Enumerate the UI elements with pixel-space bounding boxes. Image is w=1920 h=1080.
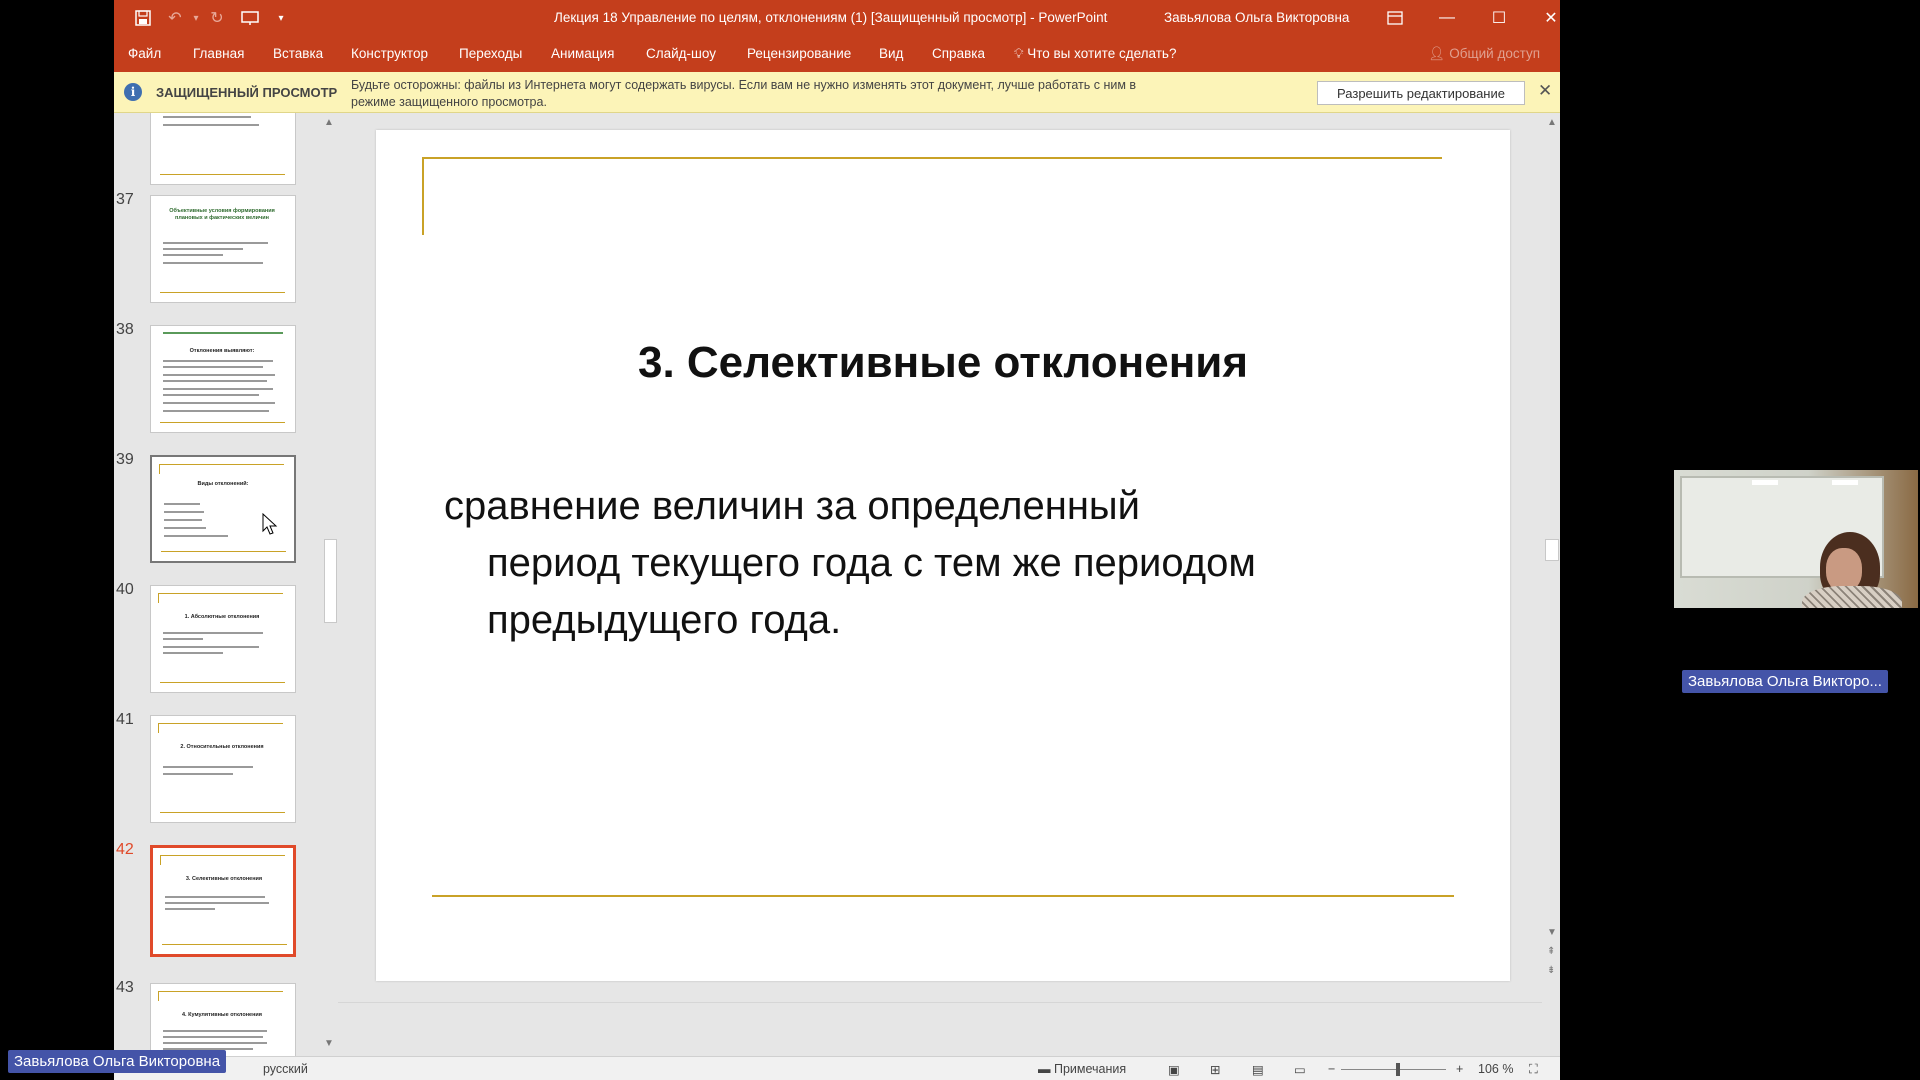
slide-thumbnail[interactable]: Объективные условия формирования плановы… bbox=[150, 195, 296, 303]
slide-body-text[interactable]: сравнение величин за определенный период… bbox=[444, 478, 1444, 649]
notes-icon: ▬ bbox=[1038, 1062, 1051, 1076]
reading-view-icon[interactable]: ▤ bbox=[1252, 1062, 1264, 1077]
status-bar: русский ▬ Примечания ▣ ⊞ ▤ ▭ − + 106 % ⛶ bbox=[114, 1056, 1560, 1080]
slide-thumbnail-selected[interactable]: 3. Селективные отклонения bbox=[150, 845, 296, 957]
language-indicator[interactable]: русский bbox=[263, 1062, 308, 1076]
participant-video[interactable] bbox=[1674, 470, 1918, 608]
decor-line-left bbox=[422, 157, 424, 235]
scrollbar-thumb[interactable] bbox=[1545, 539, 1559, 561]
scrollbar-thumb[interactable] bbox=[324, 539, 337, 623]
slide-thumbnail[interactable]: Отклонения выявляют: bbox=[150, 325, 296, 433]
save-icon[interactable] bbox=[132, 8, 154, 28]
person-icon: 👤︎ bbox=[1428, 46, 1446, 61]
participant-name-tag: Завьялова Ольга Викторо... bbox=[1682, 670, 1888, 693]
customize-toolbar-icon[interactable]: ▾ bbox=[274, 8, 288, 28]
notes-label: Примечания bbox=[1053, 1062, 1127, 1076]
close-bar-icon[interactable]: ✕ bbox=[1538, 81, 1552, 101]
slide-number: 41 bbox=[116, 711, 134, 728]
decor-line-top bbox=[422, 157, 1442, 159]
thumbnail-title: Виды отклонений: bbox=[197, 481, 249, 487]
zoom-out-icon[interactable]: − bbox=[1328, 1062, 1335, 1076]
lightbulb-icon: 💡︎ bbox=[1014, 46, 1024, 61]
slide-number: 39 bbox=[116, 451, 134, 468]
minimize-icon[interactable]: — bbox=[1432, 5, 1462, 31]
thumbnail-scrollbar[interactable]: ▲ ▼ bbox=[320, 113, 338, 1056]
slide-thumbnail[interactable]: 4. Кумулятивные отклонения bbox=[150, 983, 296, 1056]
tab-slideshow[interactable]: Слайд-шоу bbox=[646, 46, 716, 61]
tab-insert[interactable]: Вставка bbox=[273, 46, 323, 61]
slide-number: 43 bbox=[116, 979, 134, 996]
thumbnail-title: Отклонения выявляют: bbox=[189, 348, 255, 354]
tell-me-label: Что вы хотите сделать? bbox=[1027, 46, 1177, 61]
zoom-level[interactable]: 106 % bbox=[1478, 1062, 1513, 1076]
protected-view-message: Будьте осторожны: файлы из Интернета мог… bbox=[351, 78, 1137, 109]
slide-thumbnail-pane[interactable]: 37 Объективные условия формирования план… bbox=[114, 113, 338, 1056]
tab-view[interactable]: Вид bbox=[879, 46, 903, 61]
slide-sorter-icon[interactable]: ⊞ bbox=[1210, 1062, 1220, 1077]
slide-thumbnail[interactable]: Виды отклонений: bbox=[150, 455, 296, 563]
zoom-in-icon[interactable]: + bbox=[1456, 1062, 1463, 1076]
protected-view-bar: i ЗАЩИЩЕННЫЙ ПРОСМОТР Будьте осторожны: … bbox=[114, 72, 1560, 113]
close-icon[interactable]: ✕ bbox=[1536, 5, 1560, 31]
redo-icon[interactable]: ↻ bbox=[206, 8, 228, 28]
zoom-slider-knob[interactable] bbox=[1396, 1063, 1400, 1076]
share-button[interactable]: 👤︎ Общий доступ bbox=[1428, 46, 1540, 62]
notes-pane-edge bbox=[338, 1002, 1542, 1057]
mouse-cursor-icon bbox=[262, 513, 278, 535]
slide-title[interactable]: 3. Селективные отклонения bbox=[376, 338, 1510, 388]
scroll-down-icon[interactable]: ▼ bbox=[324, 1038, 334, 1049]
signed-in-user[interactable]: Завьялова Ольга Викторовна bbox=[1164, 10, 1349, 25]
undo-icon[interactable]: ↶ bbox=[164, 8, 186, 28]
tab-file[interactable]: Файл bbox=[128, 46, 161, 61]
slide-scrollbar[interactable]: ▲ ▼ ⇞ ⇟ bbox=[1542, 113, 1560, 1056]
protected-view-title: ЗАЩИЩЕННЫЙ ПРОСМОТР bbox=[156, 85, 338, 100]
enable-editing-button[interactable]: Разрешить редактирование bbox=[1317, 81, 1525, 105]
tab-home[interactable]: Главная bbox=[193, 46, 244, 61]
slide-canvas[interactable]: 3. Селективные отклонения сравнение вели… bbox=[376, 130, 1510, 981]
normal-view-icon[interactable]: ▣ bbox=[1168, 1062, 1180, 1077]
ribbon-display-options-icon[interactable] bbox=[1380, 5, 1410, 31]
slide-number: 40 bbox=[116, 581, 134, 598]
presenter-name-tag: Завьялова Ольга Викторовна bbox=[8, 1050, 227, 1073]
window-title: Лекция 18 Управление по целям, отклонени… bbox=[554, 10, 1108, 25]
maximize-icon[interactable]: ☐ bbox=[1484, 5, 1514, 31]
scroll-up-icon[interactable]: ▲ bbox=[324, 117, 334, 128]
thumbnail-title: Объективные условия формирования плановы… bbox=[169, 208, 275, 221]
undo-dropdown-icon[interactable]: ▾ bbox=[190, 8, 202, 28]
body-line: период текущего года с тем же периодом bbox=[487, 541, 1256, 585]
tab-review[interactable]: Рецензирование bbox=[747, 46, 851, 61]
decor-line-bottom bbox=[432, 895, 1454, 897]
thumbnail-title: 3. Селективные отклонения bbox=[185, 876, 263, 882]
slide-thumbnail[interactable]: 2. Относительные отклонения bbox=[150, 715, 296, 823]
tell-me-search[interactable]: 💡︎ Что вы хотите сделать? bbox=[1014, 46, 1176, 62]
powerpoint-window: ↶ ▾ ↻ ▾ Лекция 18 Управление по целям, о… bbox=[114, 0, 1560, 1080]
start-slideshow-icon[interactable] bbox=[238, 8, 262, 28]
notes-button[interactable]: ▬ Примечания bbox=[1038, 1062, 1126, 1076]
scroll-down-icon[interactable]: ▼ bbox=[1547, 927, 1557, 938]
slide-thumbnail[interactable] bbox=[150, 113, 296, 185]
next-slide-icon[interactable]: ⇟ bbox=[1547, 965, 1555, 976]
tab-design[interactable]: Конструктор bbox=[351, 46, 428, 61]
scroll-up-icon[interactable]: ▲ bbox=[1547, 117, 1557, 128]
tab-transitions[interactable]: Переходы bbox=[459, 46, 522, 61]
slide-number: 37 bbox=[116, 191, 134, 208]
title-bar: ↶ ▾ ↻ ▾ Лекция 18 Управление по целям, о… bbox=[114, 0, 1560, 36]
tab-animations[interactable]: Анимация bbox=[551, 46, 614, 61]
zoom-slider-track[interactable] bbox=[1341, 1069, 1446, 1070]
previous-slide-icon[interactable]: ⇞ bbox=[1547, 946, 1555, 957]
body-line: сравнение величин за определенный bbox=[444, 484, 1140, 528]
tab-help[interactable]: Справка bbox=[932, 46, 985, 61]
fit-to-window-icon[interactable]: ⛶ bbox=[1529, 1062, 1538, 1077]
slide-number: 42 bbox=[116, 841, 134, 858]
body-line: предыдущего года. bbox=[487, 598, 842, 642]
slide-thumbnail[interactable]: 1. Абсолютные отклонения bbox=[150, 585, 296, 693]
thumbnail-title: 1. Абсолютные отклонения bbox=[184, 614, 260, 620]
slideshow-view-icon[interactable]: ▭ bbox=[1294, 1062, 1306, 1077]
thumbnail-title: 4. Кумулятивные отклонения bbox=[181, 1012, 263, 1018]
info-shield-icon: i bbox=[124, 83, 142, 101]
ribbon-tabs: Файл Главная Вставка Конструктор Переход… bbox=[114, 36, 1560, 72]
thumbnail-title: 2. Относительные отклонения bbox=[180, 744, 264, 750]
slide-number: 38 bbox=[116, 321, 134, 338]
share-label: Общий доступ bbox=[1449, 46, 1540, 61]
